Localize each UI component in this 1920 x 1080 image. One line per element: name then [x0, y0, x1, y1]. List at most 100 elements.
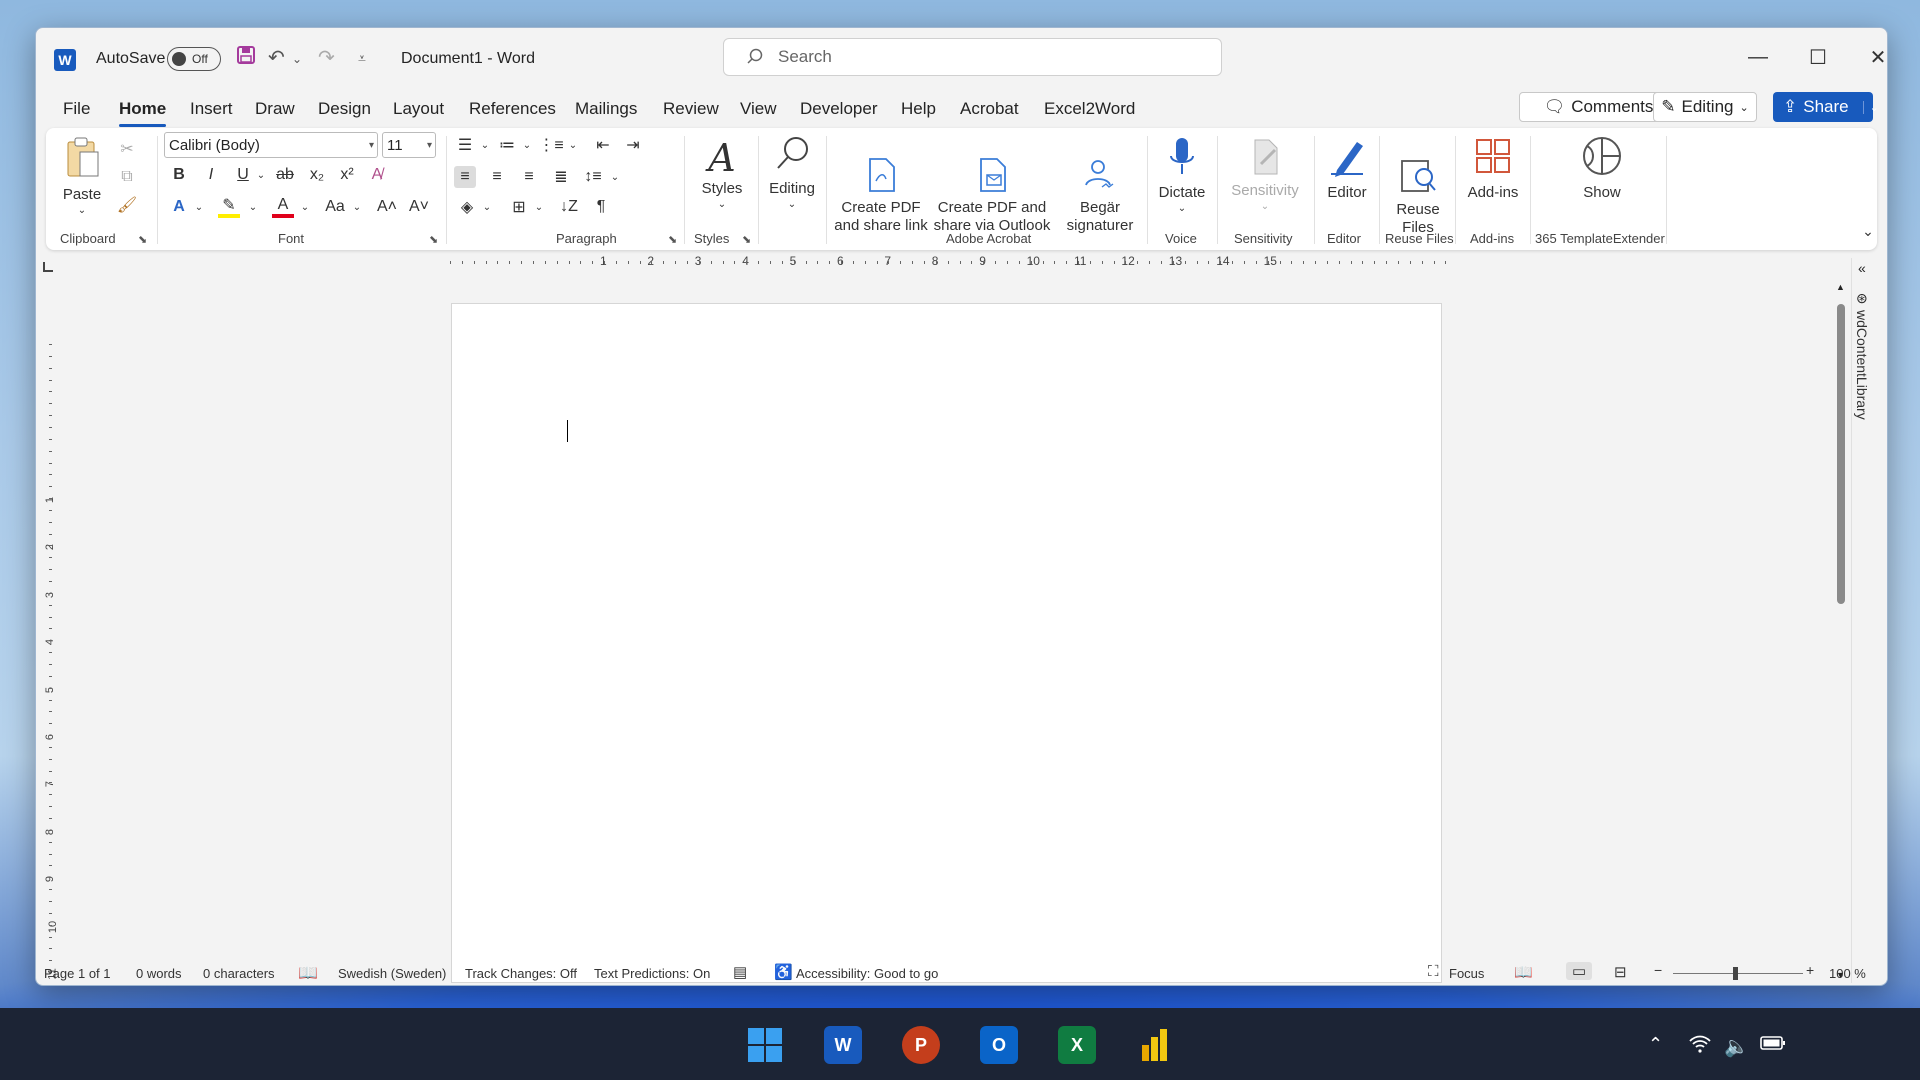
scrollbar-thumb[interactable]: [1837, 304, 1845, 604]
align-center-icon[interactable]: ≡: [486, 166, 508, 188]
tab-home[interactable]: Home: [119, 99, 167, 127]
bold-icon[interactable]: B: [168, 164, 190, 186]
track-changes-status[interactable]: Track Changes: Off: [465, 966, 577, 981]
numbering-dropdown-icon[interactable]: ⌄: [516, 134, 538, 156]
underline-dropdown-icon[interactable]: ⌄: [250, 164, 272, 186]
outlook-icon[interactable]: O: [980, 1026, 1018, 1064]
increase-indent-icon[interactable]: ⇥: [622, 134, 644, 156]
tab-insert[interactable]: Insert: [190, 99, 233, 119]
accessibility-status[interactable]: Accessibility: Good to go: [796, 966, 938, 981]
text-effects-dropdown-icon[interactable]: ⌄: [188, 196, 210, 218]
line-spacing-icon[interactable]: ↕≡: [582, 166, 604, 188]
close-button[interactable]: ✕: [1858, 42, 1887, 72]
change-case-icon[interactable]: Aa: [324, 196, 346, 218]
tab-acrobat[interactable]: Acrobat: [960, 99, 1019, 119]
horizontal-ruler[interactable]: 123456789101112131415: [450, 254, 1480, 270]
cut-icon[interactable]: ✂: [116, 138, 138, 160]
character-count[interactable]: 0 characters: [203, 966, 275, 981]
line-spacing-dropdown-icon[interactable]: ⌄: [604, 166, 626, 188]
begar-signaturer-button[interactable]: Begär signaturer: [1056, 138, 1144, 255]
tab-selector[interactable]: [43, 262, 53, 272]
strikethrough-icon[interactable]: ab: [274, 164, 296, 186]
vertical-ruler[interactable]: 1 2 3 4 5 6 7 8 9 10 11: [36, 276, 66, 981]
collapse-pane-icon[interactable]: «: [1858, 260, 1866, 276]
content-library-icon[interactable]: ⊛: [1856, 290, 1868, 307]
bullets-dropdown-icon[interactable]: ⌄: [474, 134, 496, 156]
sort-icon[interactable]: ↓Z: [558, 196, 580, 218]
redo-icon[interactable]: ↷: [318, 45, 335, 70]
excel-icon[interactable]: X: [1058, 1026, 1096, 1064]
focus-label[interactable]: Focus: [1449, 966, 1484, 981]
start-icon[interactable]: [746, 1026, 784, 1064]
focus-icon[interactable]: ⛶: [1428, 963, 1439, 980]
wifi-icon[interactable]: [1688, 1034, 1712, 1059]
font-color-icon[interactable]: A: [272, 196, 294, 218]
format-painter-icon[interactable]: 🖌: [116, 194, 138, 216]
dictate-button[interactable]: Dictate ⌄: [1152, 136, 1212, 215]
customize-toolbar-icon[interactable]: ⩡: [358, 50, 366, 67]
shading-dropdown-icon[interactable]: ⌄: [476, 196, 498, 218]
share-dropdown-icon[interactable]: ⌄: [1862, 100, 1879, 114]
sensitivity-button[interactable]: Sensitivity ⌄: [1220, 136, 1310, 213]
font-size-combo[interactable]: 11 ▾: [382, 132, 436, 158]
justify-icon[interactable]: ≣: [550, 166, 572, 188]
volume-icon[interactable]: 🔈: [1724, 1034, 1749, 1059]
multilevel-list-icon[interactable]: ⋮≡: [538, 134, 563, 156]
paragraph-launcher-icon[interactable]: ⬊: [668, 233, 677, 246]
tab-file[interactable]: File: [63, 99, 90, 119]
bullets-icon[interactable]: ☰: [454, 134, 476, 156]
zoom-slider[interactable]: [1673, 973, 1803, 974]
subscript-icon[interactable]: x₂: [306, 164, 328, 186]
proofing-icon[interactable]: 📖: [298, 963, 318, 983]
styles-button[interactable]: A Styles ⌄: [694, 136, 750, 211]
shading-icon[interactable]: ◈: [456, 196, 478, 218]
paste-button[interactable]: Paste ⌄: [60, 136, 104, 217]
search-box[interactable]: Search: [723, 38, 1222, 76]
tab-view[interactable]: View: [740, 99, 777, 119]
word-icon[interactable]: W: [824, 1026, 862, 1064]
tab-references[interactable]: References: [469, 99, 556, 119]
superscript-icon[interactable]: x²: [336, 164, 358, 186]
clipboard-launcher-icon[interactable]: ⬊: [138, 233, 147, 246]
vertical-scrollbar[interactable]: ▲ ▼: [1835, 282, 1847, 980]
tab-draw[interactable]: Draw: [255, 99, 295, 119]
share-button[interactable]: ⇪ Share ⌄: [1773, 92, 1879, 122]
undo-dropdown-icon[interactable]: ⌄: [292, 52, 302, 66]
italic-icon[interactable]: I: [200, 164, 222, 186]
decrease-indent-icon[interactable]: ⇤: [592, 134, 614, 156]
paste-dropdown-icon[interactable]: ⌄: [60, 205, 104, 218]
zoom-level[interactable]: 100 %: [1829, 966, 1866, 981]
align-left-icon[interactable]: ≡: [454, 166, 476, 188]
addins-button[interactable]: Add-ins: [1458, 136, 1528, 203]
template-extender-show-button[interactable]: Show: [1572, 134, 1632, 203]
align-right-icon[interactable]: ≡: [518, 166, 540, 188]
tab-design[interactable]: Design: [318, 99, 371, 119]
scroll-up-icon[interactable]: ▲: [1836, 282, 1845, 292]
powerbi-icon[interactable]: [1136, 1026, 1174, 1064]
multilevel-dropdown-icon[interactable]: ⌄: [562, 134, 584, 156]
word-count[interactable]: 0 words: [136, 966, 182, 981]
highlight-dropdown-icon[interactable]: ⌄: [242, 196, 264, 218]
editing-mode-button[interactable]: ✎ Editing ⌄: [1653, 92, 1757, 122]
tab-developer[interactable]: Developer: [800, 99, 878, 119]
copy-icon[interactable]: ⧉: [116, 166, 138, 188]
zoom-slider-thumb[interactable]: [1733, 967, 1738, 980]
save-icon[interactable]: [236, 45, 256, 71]
zoom-in-icon[interactable]: +: [1806, 962, 1814, 978]
zoom-out-icon[interactable]: −: [1654, 962, 1662, 978]
tab-review[interactable]: Review: [663, 99, 719, 119]
page-count[interactable]: Page 1 of 1: [44, 966, 111, 981]
font-color-dropdown-icon[interactable]: ⌄: [294, 196, 316, 218]
styles-launcher-icon[interactable]: ⬊: [742, 233, 751, 246]
font-launcher-icon[interactable]: ⬊: [429, 233, 438, 246]
change-case-dropdown-icon[interactable]: ⌄: [346, 196, 368, 218]
collapse-ribbon-icon[interactable]: ⌄: [1857, 220, 1879, 242]
maximize-button[interactable]: ☐: [1798, 42, 1838, 72]
create-pdf-share-link-button[interactable]: Create PDF and share link: [832, 138, 930, 255]
shrink-font-icon[interactable]: A˅: [408, 196, 430, 218]
show-hidden-icons-icon[interactable]: ⌃: [1648, 1034, 1663, 1055]
editing-button[interactable]: Editing ⌄: [762, 134, 822, 211]
show-paragraph-marks-icon[interactable]: ¶: [590, 196, 612, 218]
borders-icon[interactable]: ⊞: [508, 196, 530, 218]
text-predictions-status[interactable]: Text Predictions: On: [594, 966, 710, 981]
